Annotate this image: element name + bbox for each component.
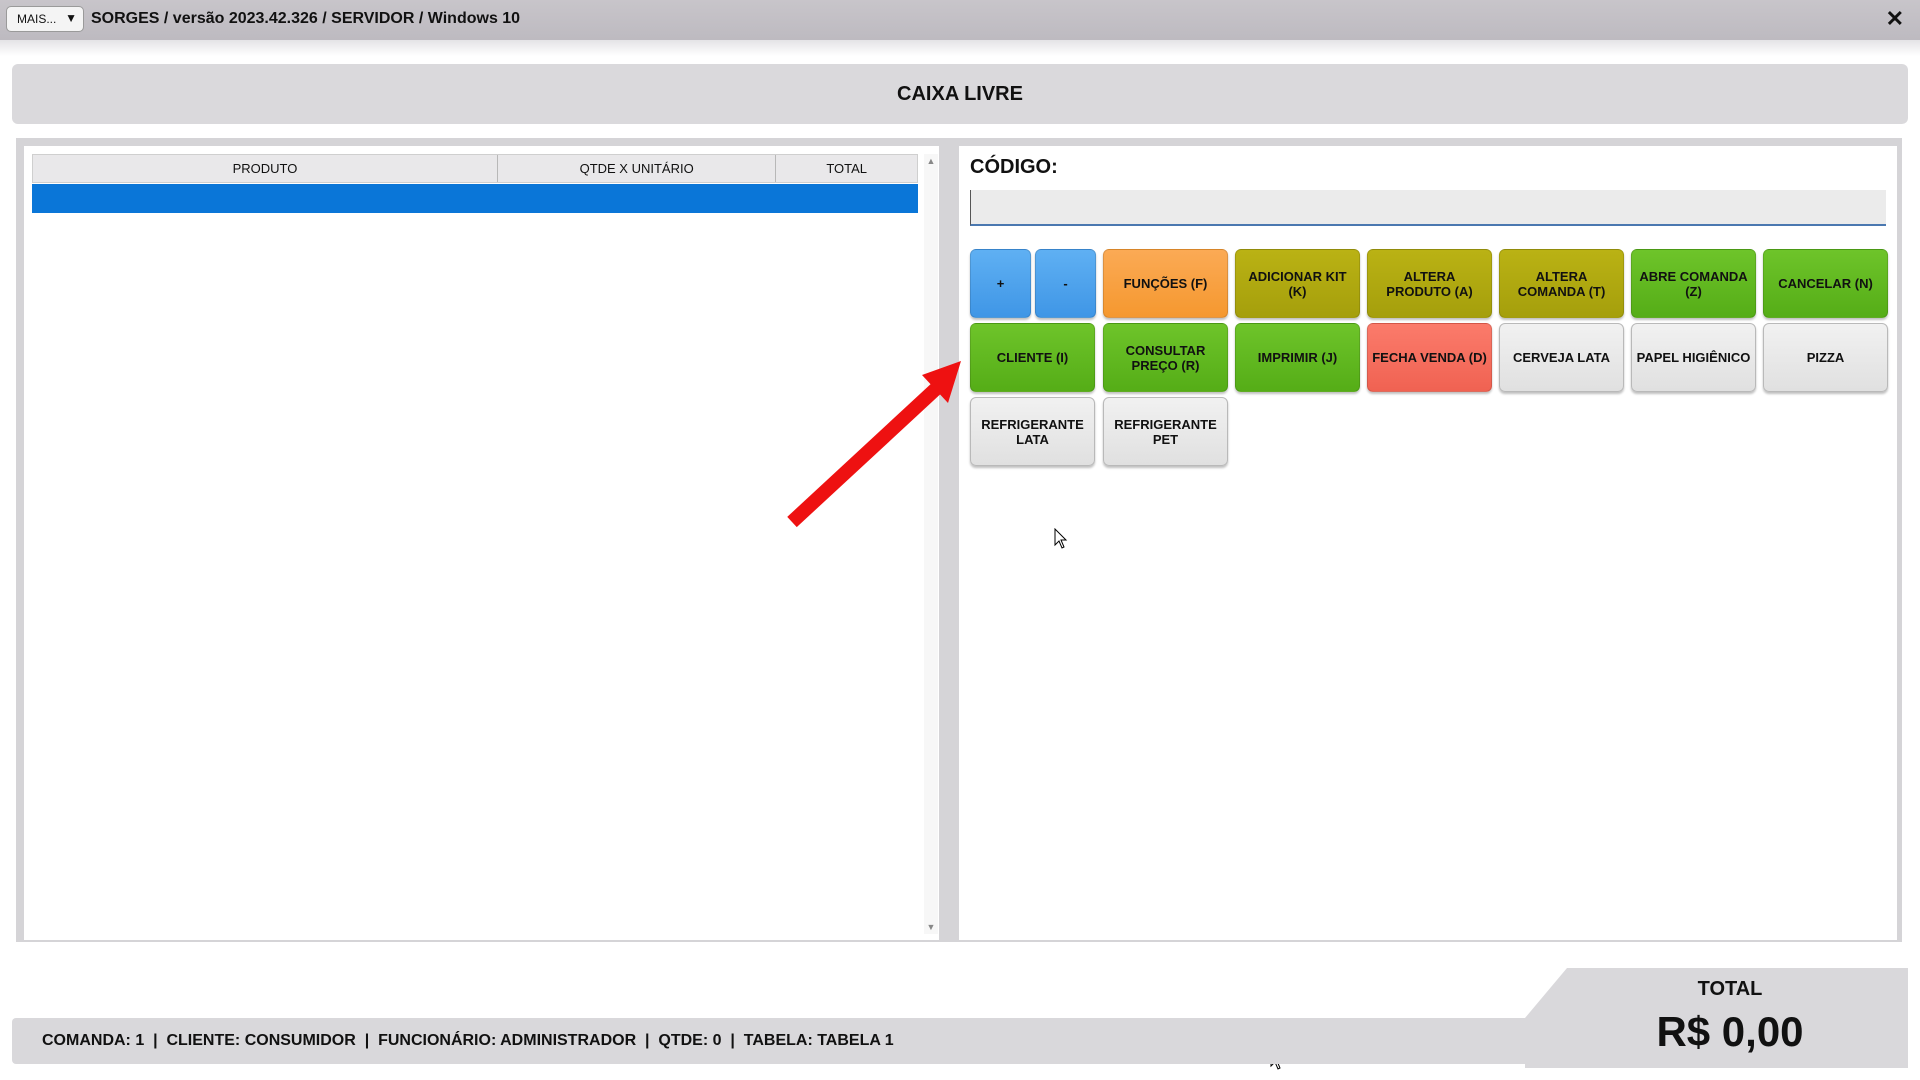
column-header-total[interactable]: TOTAL [776, 155, 917, 182]
papel-higienico-button[interactable]: PAPEL HIGIÊNICO [1631, 323, 1756, 392]
refrigerante-lata-button[interactable]: REFRIGERANTE LATA [970, 397, 1095, 466]
command-panel: CÓDIGO: + - FUNÇÕES (F) ADICIONAR KIT (K… [959, 146, 1897, 940]
scroll-up-icon[interactable]: ▲ [924, 154, 938, 168]
abre-comanda-button[interactable]: ABRE COMANDA (Z) [1631, 249, 1756, 318]
column-header-produto[interactable]: PRODUTO [33, 155, 498, 182]
dropdown-arrow-icon: ▼ [65, 11, 77, 25]
column-header-qtde-unitario[interactable]: QTDE X UNITÁRIO [498, 155, 777, 182]
cancelar-button[interactable]: CANCELAR (N) [1763, 249, 1888, 318]
items-grid-panel: PRODUTO QTDE X UNITÁRIO TOTAL ▲ ▼ [24, 146, 939, 940]
minus-button[interactable]: - [1035, 249, 1096, 318]
title-bar: MAIS... ▼ SORGES / versão 2023.42.326 / … [0, 0, 1920, 40]
mais-menu-label: MAIS... [17, 12, 57, 26]
code-label: CÓDIGO: [970, 156, 1058, 178]
altera-produto-button[interactable]: ALTERA PRODUTO (A) [1367, 249, 1492, 318]
imprimir-button[interactable]: IMPRIMIR (J) [1235, 323, 1360, 392]
annotation-arrow-icon [787, 361, 961, 528]
status-text: COMANDA: 1 | CLIENTE: CONSUMIDOR | FUNCI… [42, 1032, 894, 1049]
page-title: CAIXA LIVRE [12, 64, 1908, 124]
mouse-cursor-icon [1054, 528, 1068, 549]
grid-header: PRODUTO QTDE X UNITÁRIO TOTAL [32, 154, 918, 183]
refrigerante-pet-button[interactable]: REFRIGERANTE PET [1103, 397, 1228, 466]
adicionar-kit-button[interactable]: ADICIONAR KIT (K) [1235, 249, 1360, 318]
fecha-venda-button[interactable]: FECHA VENDA (D) [1367, 323, 1492, 392]
total-value: R$ 0,00 [1656, 1008, 1804, 1055]
code-input[interactable] [970, 190, 1886, 226]
plus-button[interactable]: + [970, 249, 1031, 318]
cerveja-lata-button[interactable]: CERVEJA LATA [1499, 323, 1624, 392]
title-shadow [0, 40, 1920, 56]
funcoes-button[interactable]: FUNÇÕES (F) [1103, 249, 1228, 318]
status-bar: COMANDA: 1 | CLIENTE: CONSUMIDOR | FUNCI… [12, 1018, 1552, 1064]
total-label: TOTAL [1697, 978, 1763, 1000]
cliente-button[interactable]: CLIENTE (I) [970, 323, 1095, 392]
pizza-button[interactable]: PIZZA [1763, 323, 1888, 392]
mais-menu-button[interactable]: MAIS... ▼ [6, 6, 84, 32]
consultar-preco-button[interactable]: CONSULTAR PREÇO (R) [1103, 323, 1228, 392]
table-row-selected[interactable] [32, 184, 918, 213]
scroll-down-icon[interactable]: ▼ [924, 920, 938, 934]
altera-comanda-button[interactable]: ALTERA COMANDA (T) [1499, 249, 1624, 318]
close-icon[interactable]: ✕ [1886, 7, 1904, 31]
grid-scrollbar[interactable]: ▲ ▼ [924, 154, 938, 934]
window-title: SORGES / versão 2023.42.326 / SERVIDOR /… [91, 10, 521, 27]
